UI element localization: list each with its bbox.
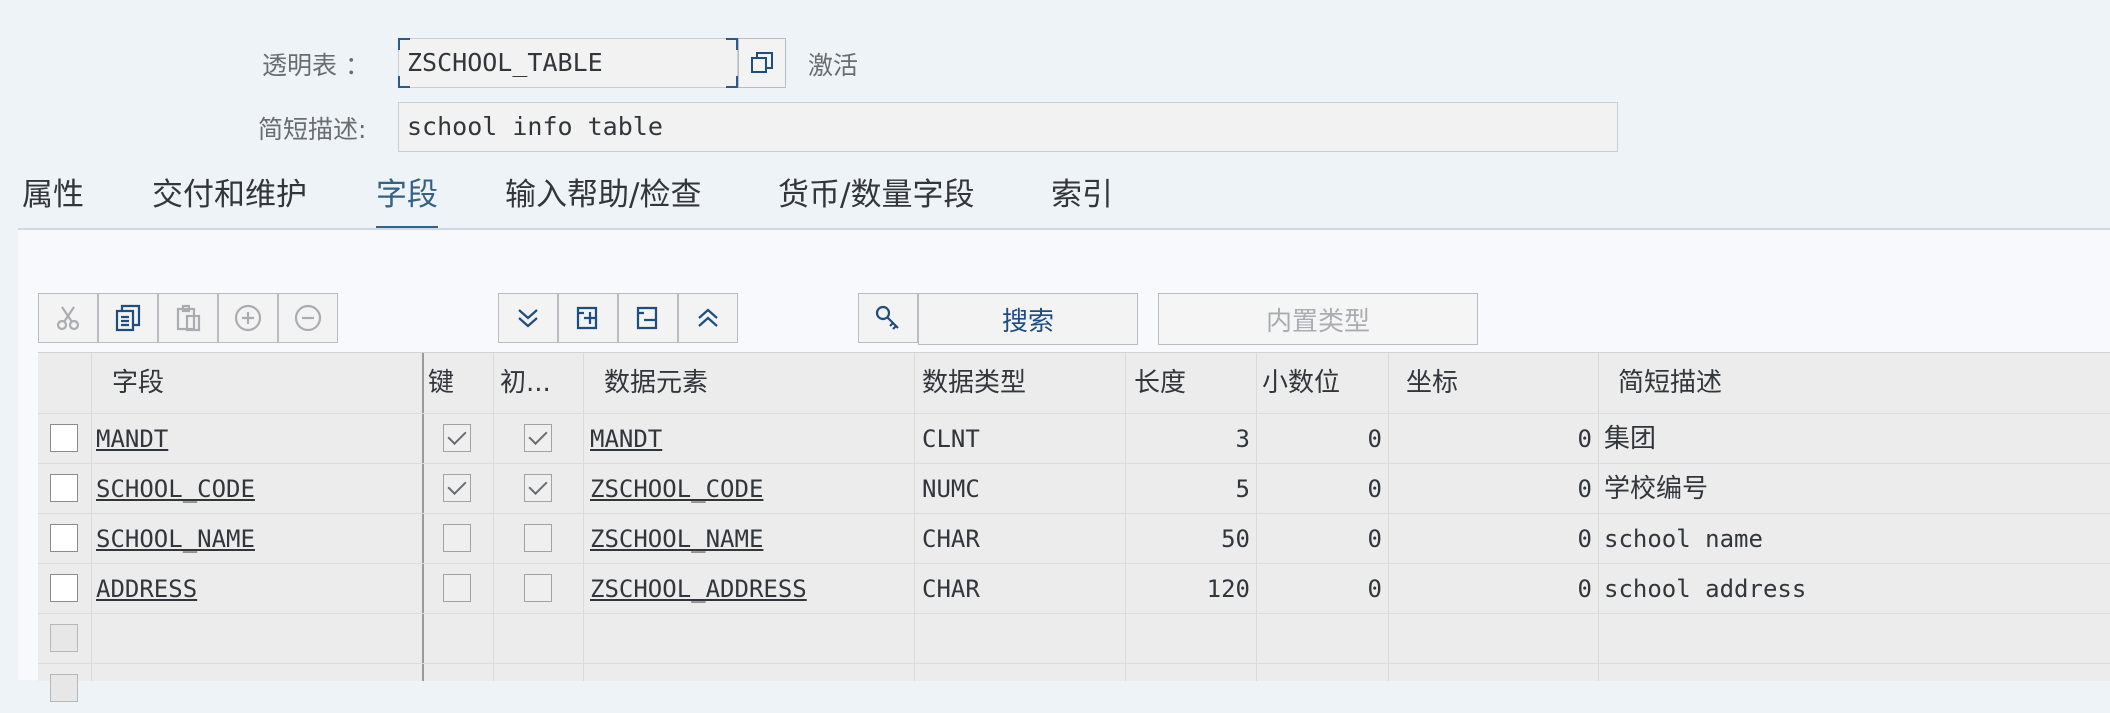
- data-element[interactable]: ZSCHOOL_NAME: [590, 514, 763, 564]
- decimals: 0: [1367, 475, 1382, 503]
- search-button[interactable]: 搜索: [918, 293, 1138, 345]
- row-select-checkbox[interactable]: [50, 424, 78, 452]
- tab-input-help-check[interactable]: 输入帮助/检查: [505, 172, 701, 230]
- initial-checkbox[interactable]: [524, 574, 552, 602]
- status-text: 激活: [808, 51, 859, 80]
- col-header-length[interactable]: 长度: [1134, 353, 1186, 413]
- tab-attributes[interactable]: 属性: [22, 172, 84, 230]
- col-header-field[interactable]: 字段: [112, 353, 164, 413]
- decimals: 0: [1367, 425, 1382, 453]
- col-header-short-description[interactable]: 简短描述: [1618, 353, 1722, 413]
- row-select-checkbox[interactable]: [50, 624, 78, 652]
- coordinate: 0: [1577, 575, 1592, 603]
- remove-structure-icon: [636, 306, 658, 330]
- fields-table: 字段 键 初... 数据元素 数据类型 长度 小数位 坐标 简短描述 MANDT…: [38, 352, 2110, 702]
- table-row-empty[interactable]: [38, 663, 2110, 713]
- copy-button[interactable]: [98, 293, 158, 343]
- value-help-button[interactable]: [738, 38, 786, 88]
- initial-checkbox[interactable]: [524, 524, 552, 552]
- tab-indexes[interactable]: 索引: [1051, 172, 1113, 230]
- field-name[interactable]: ADDRESS: [96, 564, 197, 614]
- length: 120: [1206, 575, 1250, 603]
- expand-all-button[interactable]: [498, 293, 558, 343]
- row-select-checkbox[interactable]: [50, 674, 78, 702]
- scissors-icon: [56, 306, 80, 331]
- key-button[interactable]: [858, 293, 918, 343]
- short-description: 集团: [1604, 424, 1657, 454]
- coordinate: 0: [1577, 425, 1592, 453]
- table-name-field[interactable]: ZSCHOOL_TABLE: [398, 38, 738, 88]
- data-type: NUMC: [922, 475, 980, 503]
- insert-structure-button[interactable]: [558, 293, 618, 343]
- data-type: CLNT: [922, 425, 980, 453]
- clipboard-icon: [176, 304, 201, 332]
- search-button-label: 搜索: [1001, 306, 1054, 337]
- data-element[interactable]: MANDT: [590, 414, 662, 464]
- key-checkbox[interactable]: [443, 474, 471, 502]
- table-row[interactable]: MANDT MANDT CLNT 3 0 0 集团: [38, 413, 2110, 463]
- col-header-key[interactable]: 键: [428, 353, 454, 413]
- field-name[interactable]: SCHOOL_NAME: [96, 514, 255, 564]
- insert-structure-icon: [576, 306, 598, 330]
- key-checkbox[interactable]: [443, 524, 471, 552]
- col-header-initial[interactable]: 初...: [500, 353, 551, 413]
- short-description-value: school info table: [407, 112, 663, 141]
- table-row[interactable]: SCHOOL_NAME ZSCHOOL_NAME CHAR 50 0 0 sch…: [38, 513, 2110, 563]
- table-name-value: ZSCHOOL_TABLE: [407, 48, 603, 77]
- key-checkbox[interactable]: [443, 424, 471, 452]
- field-name[interactable]: MANDT: [96, 414, 168, 464]
- double-chevron-up-icon: [698, 308, 718, 327]
- copy-document-icon: [115, 304, 141, 332]
- row-select-checkbox[interactable]: [50, 474, 78, 502]
- collapse-all-button[interactable]: [678, 293, 738, 343]
- row-select-checkbox[interactable]: [50, 574, 78, 602]
- decimals: 0: [1367, 575, 1382, 603]
- plus-circle-icon: [234, 304, 262, 332]
- col-header-coordinate[interactable]: 坐标: [1406, 353, 1458, 413]
- double-chevron-down-icon: [518, 309, 538, 328]
- table-row-empty[interactable]: [38, 613, 2110, 663]
- length: 5: [1235, 475, 1250, 503]
- short-description-field[interactable]: school info table: [398, 102, 1618, 152]
- short-description: school name: [1604, 525, 1763, 553]
- paste-button[interactable]: [158, 293, 218, 343]
- remove-structure-button[interactable]: [618, 293, 678, 343]
- tab-bar: 属性 交付和维护 字段 输入帮助/检查 货币/数量字段 索引: [18, 172, 2110, 230]
- builtin-type-button[interactable]: 内置类型: [1158, 293, 1478, 345]
- field-name[interactable]: SCHOOL_CODE: [96, 464, 255, 514]
- short-description-label: 简短描述:: [258, 115, 367, 144]
- coordinate: 0: [1577, 475, 1592, 503]
- builtin-type-label: 内置类型: [1265, 306, 1370, 337]
- table-row[interactable]: ADDRESS ZSCHOOL_ADDRESS CHAR 120 0 0 sch…: [38, 563, 2110, 613]
- short-description: school address: [1604, 575, 1807, 603]
- data-type: CHAR: [922, 525, 980, 553]
- table-row[interactable]: SCHOOL_CODE ZSCHOOL_CODE NUMC 5 0 0 学校编号: [38, 463, 2110, 513]
- tab-delivery-maintenance[interactable]: 交付和维护: [152, 172, 307, 230]
- length: 3: [1235, 425, 1250, 453]
- key-checkbox[interactable]: [443, 574, 471, 602]
- tab-fields[interactable]: 字段: [376, 172, 438, 230]
- decimals: 0: [1367, 525, 1382, 553]
- table-type-label: 透明表 ：: [262, 51, 370, 80]
- short-description: 学校编号: [1604, 474, 1709, 504]
- insert-row-button[interactable]: [218, 293, 278, 343]
- data-element[interactable]: ZSCHOOL_ADDRESS: [590, 564, 807, 614]
- initial-checkbox[interactable]: [524, 424, 552, 452]
- coordinate: 0: [1577, 525, 1592, 553]
- minus-circle-icon: [294, 304, 322, 332]
- copy-icon: [751, 52, 773, 73]
- data-element[interactable]: ZSCHOOL_CODE: [590, 464, 763, 514]
- row-select-checkbox[interactable]: [50, 524, 78, 552]
- initial-checkbox[interactable]: [524, 474, 552, 502]
- delete-row-button[interactable]: [278, 293, 338, 343]
- data-type: CHAR: [922, 575, 980, 603]
- tab-currency-quantity-fields[interactable]: 货币/数量字段: [778, 172, 974, 230]
- length: 50: [1221, 525, 1250, 553]
- cut-button[interactable]: [38, 293, 98, 343]
- key-icon: [875, 305, 899, 330]
- col-header-data-type[interactable]: 数据类型: [922, 353, 1026, 413]
- col-header-data-element[interactable]: 数据元素: [604, 353, 708, 413]
- col-header-decimals[interactable]: 小数位: [1262, 353, 1340, 413]
